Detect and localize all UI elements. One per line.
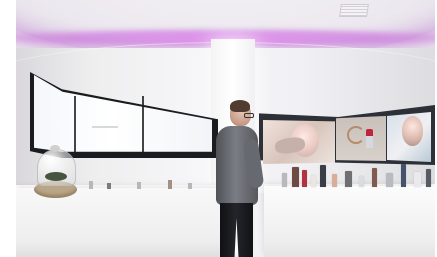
cosmetic-product [311, 175, 316, 187]
left-counter-product [89, 181, 93, 189]
cosmetic-product [401, 164, 406, 187]
cosmetic-product [359, 176, 364, 187]
left-counter-product [168, 180, 172, 189]
ceiling-vent [339, 4, 369, 17]
cosmetic-product [345, 171, 352, 187]
cosmetic-product [414, 172, 421, 187]
left-counter-product [137, 182, 141, 189]
store-interior-photo [16, 0, 435, 257]
cosmetic-product [386, 173, 393, 187]
cosmetic-product [282, 173, 287, 187]
cosmetic-product [372, 168, 377, 187]
plant-under-dome [45, 172, 67, 181]
glass-dome-knob [50, 145, 60, 152]
portrait-face-image [402, 116, 423, 146]
left-counter-product [188, 183, 192, 189]
standing-person-hair [230, 100, 250, 112]
left-display-counter [16, 188, 221, 257]
brand-letter-mark [347, 126, 365, 144]
eyeglasses [244, 113, 254, 118]
cosmetic-product [302, 170, 307, 187]
white-left-border [0, 0, 16, 257]
cosmetic-product [332, 174, 337, 187]
right-display-counter [264, 186, 435, 257]
photo-scene [0, 0, 437, 257]
left-display-faint-text [92, 126, 118, 128]
cosmetic-product [320, 165, 326, 187]
cosmetic-product [292, 167, 299, 187]
cosmetic-product [426, 169, 431, 187]
lipstick-image [366, 129, 373, 148]
left-counter-product [107, 183, 111, 189]
